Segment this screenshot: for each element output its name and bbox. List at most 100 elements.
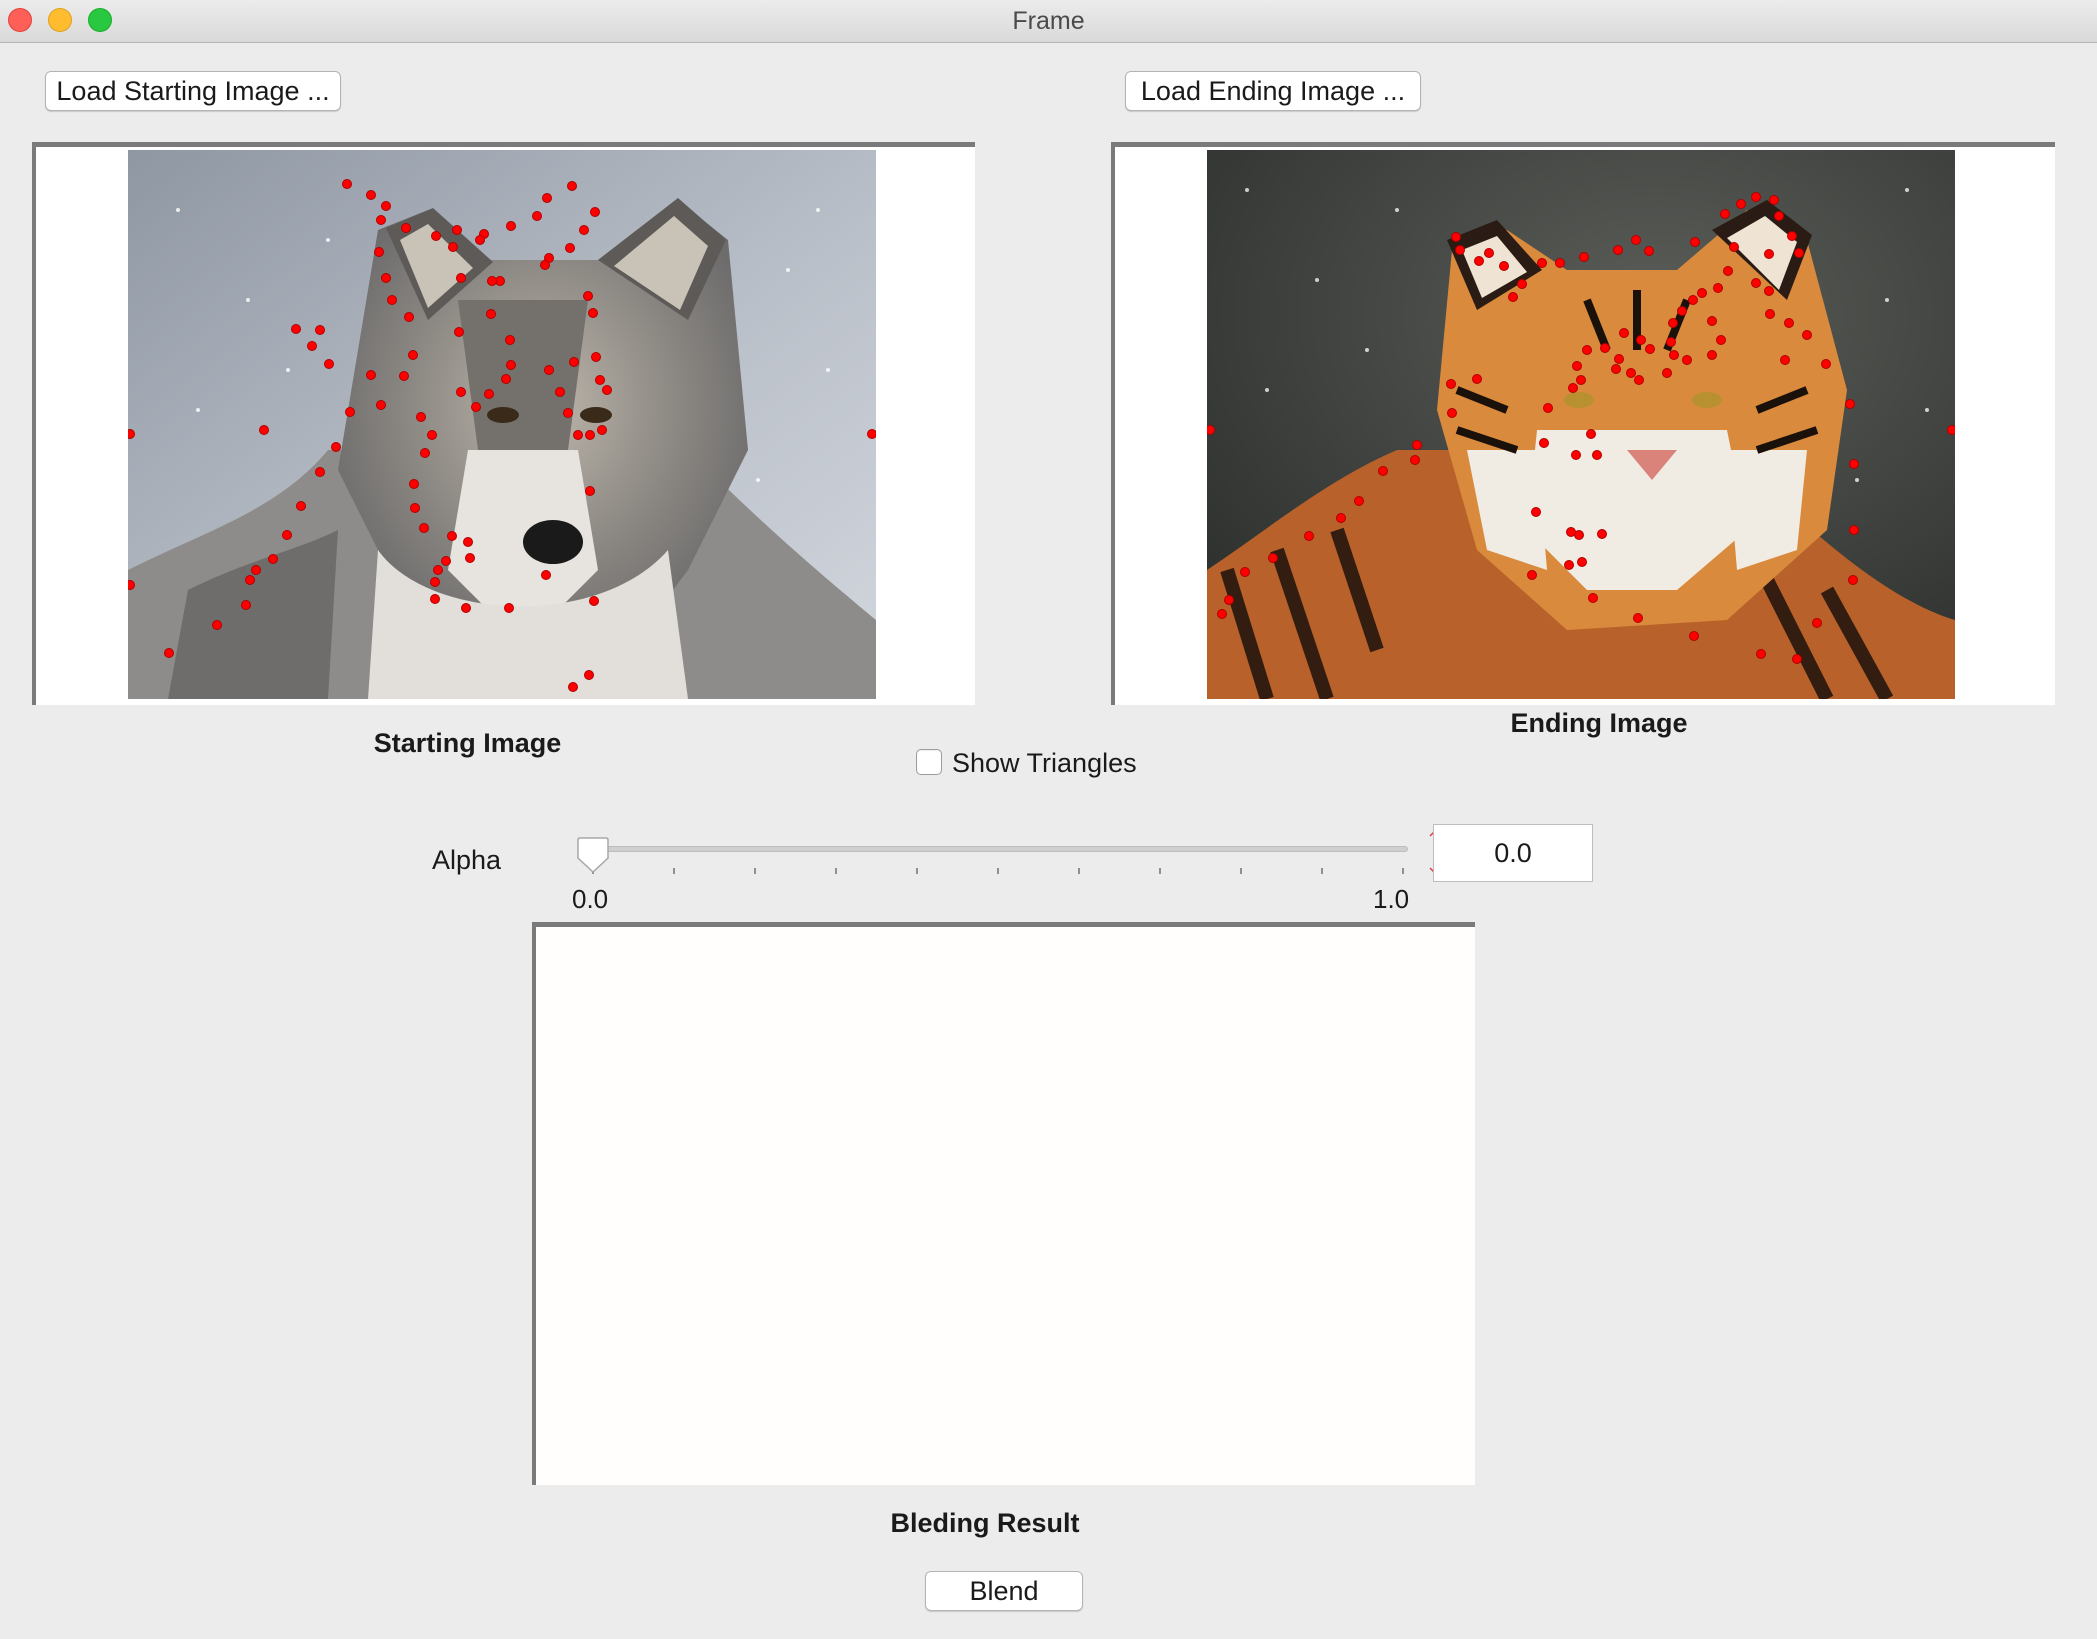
control-point[interactable] (1472, 374, 1482, 384)
control-point[interactable] (504, 603, 514, 613)
control-point[interactable] (1689, 631, 1699, 641)
control-point[interactable] (544, 365, 554, 375)
control-point[interactable] (1577, 557, 1587, 567)
control-point[interactable] (1378, 466, 1388, 476)
control-point[interactable] (579, 225, 589, 235)
control-point[interactable] (1666, 337, 1676, 347)
control-point[interactable] (441, 556, 451, 566)
show-triangles-checkbox[interactable] (916, 749, 942, 775)
control-point[interactable] (461, 603, 471, 613)
control-point[interactable] (1517, 279, 1527, 289)
control-point[interactable] (1412, 440, 1422, 450)
control-point[interactable] (1613, 245, 1623, 255)
control-point[interactable] (1619, 328, 1629, 338)
control-point[interactable] (1636, 335, 1646, 345)
control-point[interactable] (1723, 266, 1733, 276)
control-point[interactable] (1336, 513, 1346, 523)
control-point[interactable] (1446, 379, 1456, 389)
control-point[interactable] (452, 225, 462, 235)
control-point[interactable] (1848, 575, 1858, 585)
control-point[interactable] (212, 620, 222, 630)
control-point[interactable] (1716, 335, 1726, 345)
control-point[interactable] (241, 600, 251, 610)
control-point[interactable] (1447, 408, 1457, 418)
control-point[interactable] (1588, 593, 1598, 603)
control-point[interactable] (454, 327, 464, 337)
control-point[interactable] (1756, 649, 1766, 659)
control-point[interactable] (1304, 531, 1314, 541)
control-point[interactable] (1543, 403, 1553, 413)
control-point[interactable] (399, 371, 409, 381)
control-point[interactable] (296, 501, 306, 511)
control-point[interactable] (259, 425, 269, 435)
control-point[interactable] (1600, 343, 1610, 353)
control-point[interactable] (487, 276, 497, 286)
control-point[interactable] (1576, 375, 1586, 385)
control-point[interactable] (532, 211, 542, 221)
control-point[interactable] (1774, 211, 1784, 221)
control-point[interactable] (1729, 242, 1739, 252)
control-point[interactable] (1668, 318, 1678, 328)
control-point[interactable] (1764, 286, 1774, 296)
control-point[interactable] (268, 554, 278, 564)
control-point[interactable] (401, 223, 411, 233)
control-point[interactable] (1508, 292, 1518, 302)
control-point[interactable] (324, 359, 334, 369)
control-point[interactable] (1697, 288, 1707, 298)
control-point[interactable] (307, 341, 317, 351)
control-point[interactable] (1713, 283, 1723, 293)
control-point[interactable] (1455, 245, 1465, 255)
control-point[interactable] (1537, 258, 1547, 268)
control-point[interactable] (1626, 368, 1636, 378)
control-point[interactable] (345, 407, 355, 417)
control-point[interactable] (567, 181, 577, 191)
control-point[interactable] (409, 479, 419, 489)
control-point[interactable] (585, 486, 595, 496)
control-point[interactable] (315, 467, 325, 477)
control-point[interactable] (1527, 570, 1537, 580)
control-point[interactable] (251, 565, 261, 575)
control-point[interactable] (342, 179, 352, 189)
control-point[interactable] (1720, 209, 1730, 219)
control-point[interactable] (419, 523, 429, 533)
control-point[interactable] (404, 312, 414, 322)
control-point[interactable] (1633, 613, 1643, 623)
control-point[interactable] (1634, 375, 1644, 385)
control-point[interactable] (555, 387, 565, 397)
control-point[interactable] (410, 503, 420, 513)
control-point[interactable] (1484, 248, 1494, 258)
control-point[interactable] (1410, 455, 1420, 465)
control-point[interactable] (1849, 525, 1859, 535)
control-point[interactable] (475, 235, 485, 245)
control-point[interactable] (1564, 560, 1574, 570)
control-point[interactable] (542, 193, 552, 203)
control-point[interactable] (1792, 654, 1802, 664)
control-point[interactable] (569, 357, 579, 367)
control-point[interactable] (433, 565, 443, 575)
control-point[interactable] (1579, 252, 1589, 262)
control-point[interactable] (1240, 567, 1250, 577)
control-point[interactable] (366, 190, 376, 200)
control-point[interactable] (1268, 553, 1278, 563)
control-point[interactable] (585, 430, 595, 440)
control-point[interactable] (1784, 318, 1794, 328)
control-point[interactable] (1802, 330, 1812, 340)
control-point[interactable] (506, 360, 516, 370)
control-point[interactable] (1451, 232, 1461, 242)
load-ending-image-button[interactable]: Load Ending Image ... (1125, 71, 1421, 111)
control-point[interactable] (1207, 425, 1215, 435)
control-point[interactable] (565, 243, 575, 253)
control-point[interactable] (164, 648, 174, 658)
control-point[interactable] (506, 221, 516, 231)
control-point[interactable] (602, 385, 612, 395)
control-point[interactable] (1217, 609, 1227, 619)
control-point[interactable] (1354, 496, 1364, 506)
control-point[interactable] (387, 295, 397, 305)
control-point[interactable] (591, 352, 601, 362)
control-point[interactable] (291, 324, 301, 334)
control-point[interactable] (430, 577, 440, 587)
control-point[interactable] (1614, 354, 1624, 364)
control-point[interactable] (1812, 618, 1822, 628)
control-point[interactable] (1769, 195, 1779, 205)
control-point[interactable] (1645, 344, 1655, 354)
